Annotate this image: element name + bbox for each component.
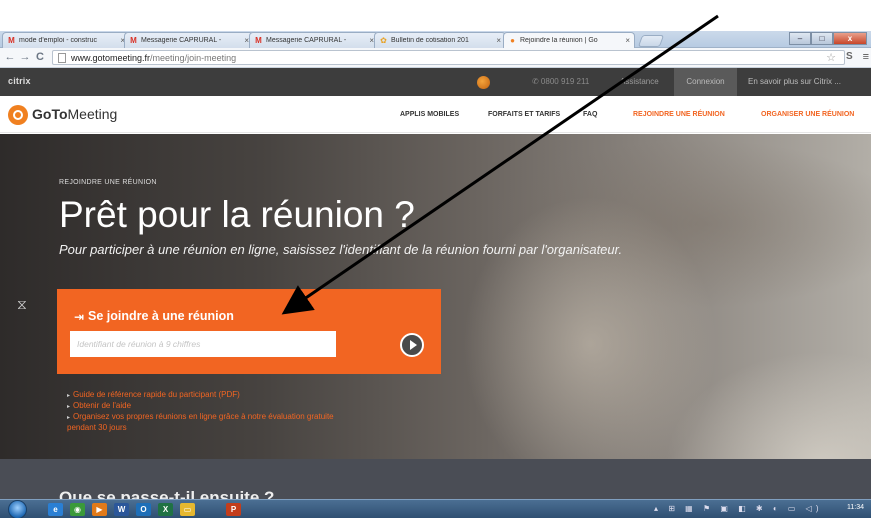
blank-margin: [0, 0, 871, 31]
nav-applis-mobiles[interactable]: APPLIS MOBILES: [400, 111, 459, 118]
browser-tab-active[interactable]: ● Rejoindre la réunion | Go ×: [503, 32, 635, 48]
maximize-button[interactable]: □: [811, 32, 833, 45]
windows-taskbar: e ◉ ▶ W O X ▭ P ▴ ⊞ ▦ ⚑ ▣ ◧ ✱ ◐ ▭ ◁) 11:…: [0, 499, 871, 518]
nav-organiser-reunion[interactable]: ORGANISER UNE RÉUNION: [761, 111, 854, 118]
tab-label: Messagerie CAPRURAL -: [266, 37, 347, 44]
tab-label: Bulletin de cotisation 201: [391, 37, 469, 44]
word-icon[interactable]: W: [114, 503, 129, 516]
forward-arrow-icon[interactable]: →: [19, 51, 31, 64]
join-meeting-title: Se joindre à une réunion: [88, 309, 234, 323]
start-button-icon[interactable]: [8, 500, 27, 518]
tab-label: Messagerie CAPRURAL -: [141, 37, 222, 44]
close-tab-icon[interactable]: ×: [496, 36, 501, 45]
gmail-icon: M: [130, 36, 137, 45]
extension-icon[interactable]: S: [846, 51, 857, 63]
menu-icon[interactable]: ≡: [863, 51, 869, 63]
bullet-icon: ▸: [67, 393, 71, 399]
assistance-link[interactable]: Assistance: [620, 77, 659, 86]
citrix-top-bar: citrix ✆ 0800 919 211 Assistance Connexi…: [0, 68, 871, 96]
page-icon: [58, 53, 66, 63]
citrix-logo[interactable]: citrix: [8, 76, 31, 86]
browser-tab-strip: M mode d'emploi - construc × M Messageri…: [0, 31, 871, 48]
browser-tab[interactable]: M Messagerie CAPRURAL - ×: [124, 32, 254, 48]
gotomeeting-logo[interactable]: GoToMeeting: [32, 106, 117, 122]
browser-toolbar: ← → C www.gotomeeting.fr/meeting/join-me…: [0, 48, 871, 68]
hero-section: REJOINDRE UNE RÉUNION Prêt pour la réuni…: [0, 134, 871, 459]
browser-tab[interactable]: M mode d'emploi - construc ×: [2, 32, 130, 48]
window-controls: – □ x: [789, 32, 867, 45]
link-quick-reference-guide[interactable]: ▸ Guide de référence rapide du participan…: [67, 390, 334, 401]
screenshot-root: M mode d'emploi - construc × M Messageri…: [0, 0, 871, 518]
gotomeeting-logo-icon[interactable]: [8, 105, 28, 125]
tab-label: mode d'emploi - construc: [19, 37, 97, 44]
gotomeeting-icon: ●: [510, 36, 515, 45]
join-go-button[interactable]: [400, 333, 424, 357]
link-get-help[interactable]: ▸ Obtenir de l'aide: [67, 401, 334, 412]
minimize-button[interactable]: –: [789, 32, 811, 45]
ie-icon[interactable]: e: [48, 503, 63, 516]
media-player-icon[interactable]: ▶: [92, 503, 107, 516]
gmail-icon: M: [255, 36, 262, 45]
tulip-icon: ✿: [380, 36, 387, 45]
globe-icon[interactable]: [477, 76, 490, 89]
new-tab-button[interactable]: [637, 35, 665, 47]
meeting-id-input[interactable]: [70, 331, 336, 357]
nav-faq[interactable]: FAQ: [583, 111, 597, 118]
link-free-trial-continued[interactable]: pendant 30 jours: [67, 423, 334, 433]
join-meeting-panel: ⇥ Se joindre à une réunion: [57, 289, 441, 374]
back-arrow-icon[interactable]: ←: [4, 51, 16, 64]
bullet-icon: ▸: [67, 404, 71, 410]
close-tab-icon[interactable]: ×: [625, 36, 630, 45]
browser-tab[interactable]: ✿ Bulletin de cotisation 201 ×: [374, 32, 506, 48]
help-links: ▸ Guide de référence rapide du participan…: [67, 390, 334, 433]
next-steps-section: Que se passe-t-il ensuite ?: [0, 459, 871, 507]
sign-in-icon: ⇥: [74, 310, 85, 324]
nav-rejoindre-reunion[interactable]: REJOINDRE UNE RÉUNION: [633, 111, 725, 118]
taskbar-clock[interactable]: 11:34: [847, 504, 864, 511]
address-bar[interactable]: www.gotomeeting.fr/meeting/join-meeting …: [52, 50, 845, 65]
reload-icon[interactable]: C: [34, 51, 46, 64]
close-window-button[interactable]: x: [833, 32, 867, 45]
connexion-link[interactable]: Connexion: [674, 68, 737, 96]
system-tray-icons[interactable]: ▴ ⊞ ▦ ⚑ ▣ ◧ ✱ ◐ ▭ ◁): [654, 504, 822, 513]
chrome-icon[interactable]: ◉: [70, 503, 85, 516]
powerpoint-icon[interactable]: P: [226, 503, 241, 516]
share-icon[interactable]: ⧖: [17, 296, 27, 313]
bullet-icon: ▸: [67, 415, 71, 421]
hero-subtitle: Pour participer à une réunion en ligne, …: [59, 242, 623, 257]
site-header: GoToMeeting APPLIS MOBILES FORFAITS ET T…: [0, 96, 871, 133]
tab-label: Rejoindre la réunion | Go: [520, 37, 598, 44]
hero-kicker: REJOINDRE UNE RÉUNION: [59, 179, 157, 186]
folder-icon[interactable]: ▭: [180, 503, 195, 516]
browser-tab[interactable]: M Messagerie CAPRURAL - ×: [249, 32, 379, 48]
nav-forfaits-tarifs[interactable]: FORFAITS ET TARIFS: [488, 111, 560, 118]
gmail-icon: M: [8, 36, 15, 45]
learn-more-citrix-link[interactable]: En savoir plus sur Citrix ...: [748, 77, 841, 86]
link-free-trial[interactable]: ▸ Organisez vos propres réunions en ligne…: [67, 412, 334, 423]
url-text: www.gotomeeting.fr/meeting/join-meeting: [71, 53, 237, 63]
excel-icon[interactable]: X: [158, 503, 173, 516]
page-title: Prêt pour la réunion ?: [59, 194, 415, 235]
phone-number: ✆ 0800 919 211: [532, 77, 590, 86]
bookmark-star-icon[interactable]: ☆: [826, 51, 836, 64]
outlook-icon[interactable]: O: [136, 503, 151, 516]
